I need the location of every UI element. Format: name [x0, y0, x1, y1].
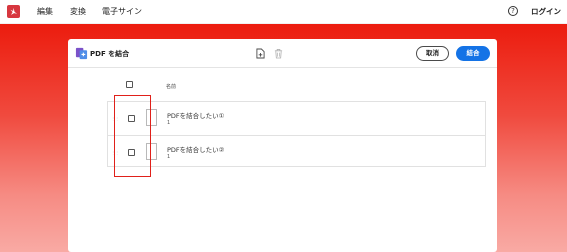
cancel-button[interactable]: 取消 [416, 46, 449, 61]
add-file-icon[interactable] [256, 48, 265, 59]
select-all-checkbox[interactable] [126, 81, 133, 88]
file-name: PDFを結合したい② [167, 146, 225, 154]
trash-icon[interactable] [274, 48, 283, 59]
file-page-count: 1 [167, 120, 171, 126]
nav-e-sign[interactable]: 電子サイン [102, 6, 142, 17]
file-list: ⋮⋮ PDFを結合したい① 1 ⋮⋮ PDFを結合したい② 1 [107, 101, 486, 167]
file-page-count: 1 [167, 154, 171, 160]
file-row[interactable]: ⋮⋮ PDFを結合したい① 1 [108, 102, 485, 134]
acrobat-logo-icon[interactable] [7, 5, 20, 18]
file-name: PDFを結合したい① [167, 112, 225, 120]
help-icon[interactable]: ? [508, 6, 518, 16]
nav-edit[interactable]: 編集 [37, 6, 53, 17]
column-header-name: 名前 [166, 84, 177, 90]
top-navigation: 編集 変換 電子サイン ? ログイン [0, 0, 567, 24]
card-title: PDF を結合 [90, 50, 130, 58]
card-header: PDF を結合 取消 結合 [68, 39, 497, 68]
highlight-annotation [114, 95, 151, 177]
login-button[interactable]: ログイン [531, 6, 561, 17]
file-row[interactable]: ⋮⋮ PDFを結合したい② 1 [108, 135, 485, 167]
nav-convert[interactable]: 変換 [70, 6, 86, 17]
combine-files-icon [75, 47, 88, 60]
combine-button[interactable]: 結合 [456, 46, 490, 61]
